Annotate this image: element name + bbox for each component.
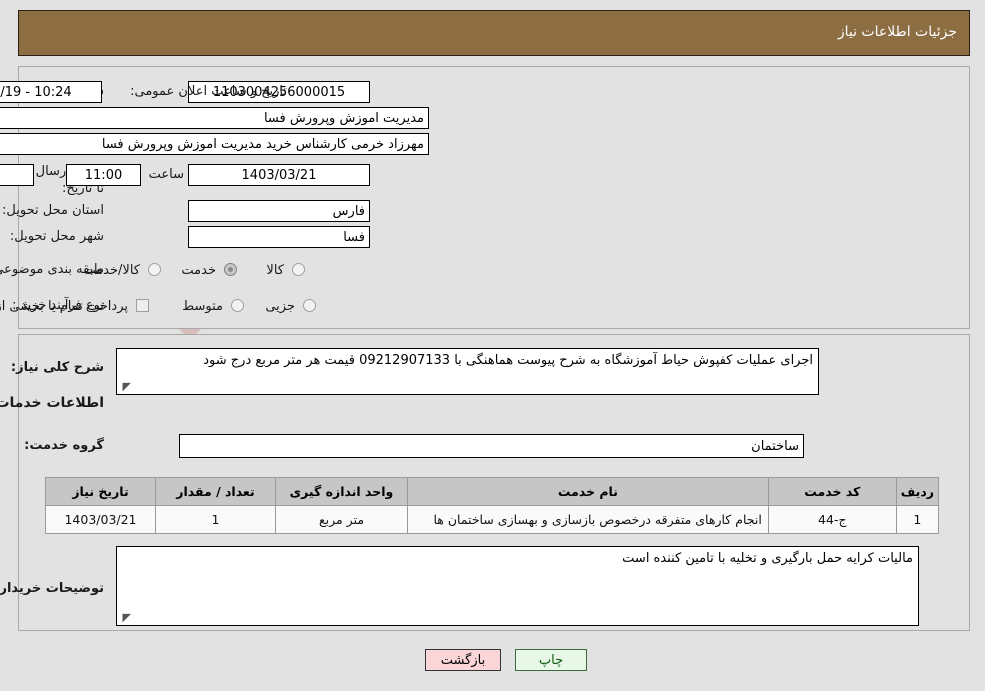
cell-row-number: 1 bbox=[896, 505, 941, 534]
th-service-name: نام خدمت bbox=[408, 477, 770, 506]
remaining-days-value: 1 bbox=[0, 164, 35, 186]
radio-process-minor-label: جزیی bbox=[266, 299, 296, 314]
resize-grip-icon[interactable]: ◤ bbox=[120, 381, 132, 393]
cell-unit: متر مربع bbox=[276, 505, 409, 534]
checkbox-islamic-treasury[interactable] bbox=[137, 299, 150, 312]
requester-value: مهرزاد خرمی کارشناس خرید مدیریت اموزش وپ… bbox=[0, 133, 430, 155]
cell-quantity: 1 bbox=[156, 505, 277, 534]
radio-category-goods-service[interactable] bbox=[149, 263, 162, 276]
deadline-hour-value: 11:00 bbox=[67, 164, 142, 186]
services-table: ردیف کد خدمت نام خدمت واحد اندازه گیری ت… bbox=[46, 477, 941, 534]
islamic-treasury-note: پرداخت تمام یا بخشی از مبلغ خرید،از محل … bbox=[0, 299, 129, 314]
province-label: استان محل تحویل: bbox=[3, 203, 105, 218]
province-value: فارس bbox=[189, 200, 371, 222]
th-quantity: تعداد / مقدار bbox=[156, 477, 277, 506]
service-group-label: گروه خدمت: bbox=[25, 438, 105, 453]
radio-category-goods[interactable] bbox=[293, 263, 306, 276]
buyer-notes-textarea[interactable]: مالیات کرایه حمل بارگیری و تخلیه با تامی… bbox=[117, 546, 920, 626]
service-group-value: ساختمان bbox=[180, 434, 805, 458]
page-header-bar: جزئیات اطلاعات نیاز bbox=[19, 10, 971, 56]
announce-datetime-label: تاریخ و ساعت اعلان عمومی: bbox=[131, 84, 288, 99]
deadline-date-value: 1403/03/21 bbox=[189, 164, 371, 186]
buyer-notes-label: توضیحات خریدار: bbox=[0, 581, 105, 596]
th-service-code: کد خدمت bbox=[768, 477, 898, 506]
radio-process-medium[interactable] bbox=[232, 299, 245, 312]
page-title: جزئیات اطلاعات نیاز bbox=[838, 24, 958, 40]
buyer-org-value: مدیریت اموزش وپرورش فسا bbox=[0, 107, 430, 129]
need-description-label: شرح کلی نیاز: bbox=[11, 360, 105, 375]
resize-grip-icon-notes[interactable]: ◤ bbox=[120, 612, 132, 624]
cell-service-name: انجام کارهای متفرقه درخصوص بازسازی و بهس… bbox=[408, 505, 770, 534]
radio-process-medium-label: متوسط bbox=[183, 299, 224, 314]
cell-service-code: ج-44 bbox=[768, 505, 898, 534]
page-root: V AriaTender.net جزئیات اطلاعات نیاز شما… bbox=[0, 0, 985, 691]
radio-category-service-label: خدمت bbox=[182, 263, 217, 278]
table-row: 1 ج-44 انجام کارهای متفرقه درخصوص بازساز… bbox=[46, 505, 941, 534]
buyer-notes-value: مالیات کرایه حمل بارگیری و تخلیه با تامی… bbox=[623, 551, 914, 566]
need-info-panel bbox=[19, 66, 971, 329]
th-row-number: ردیف bbox=[896, 477, 941, 506]
back-button[interactable]: بازگشت bbox=[426, 649, 502, 671]
radio-process-minor[interactable] bbox=[304, 299, 317, 312]
th-unit: واحد اندازه گیری bbox=[276, 477, 409, 506]
cell-need-date: 1403/03/21 bbox=[46, 505, 157, 534]
city-value: فسا bbox=[189, 226, 371, 248]
need-description-textarea[interactable]: اجرای عملیات کفپوش حیاط آموزشگاه به شرح … bbox=[117, 348, 820, 395]
print-button[interactable]: چاپ bbox=[516, 649, 588, 671]
city-label: شهر محل تحویل: bbox=[10, 229, 105, 244]
radio-category-service[interactable] bbox=[225, 263, 238, 276]
announce-datetime-value: 1403/03/19 - 10:24 bbox=[0, 81, 103, 103]
services-section-title: اطلاعات خدمات مورد نیاز bbox=[0, 395, 105, 411]
radio-category-goods-service-label: کالا/خدمت bbox=[84, 263, 141, 278]
radio-category-goods-label: کالا bbox=[267, 263, 285, 278]
th-need-date: تاریخ نیاز bbox=[46, 477, 157, 506]
deadline-hour-label: ساعت bbox=[149, 167, 185, 182]
table-header-row: ردیف کد خدمت نام خدمت واحد اندازه گیری ت… bbox=[46, 477, 941, 506]
need-description-value: اجرای عملیات کفپوش حیاط آموزشگاه به شرح … bbox=[204, 353, 814, 368]
